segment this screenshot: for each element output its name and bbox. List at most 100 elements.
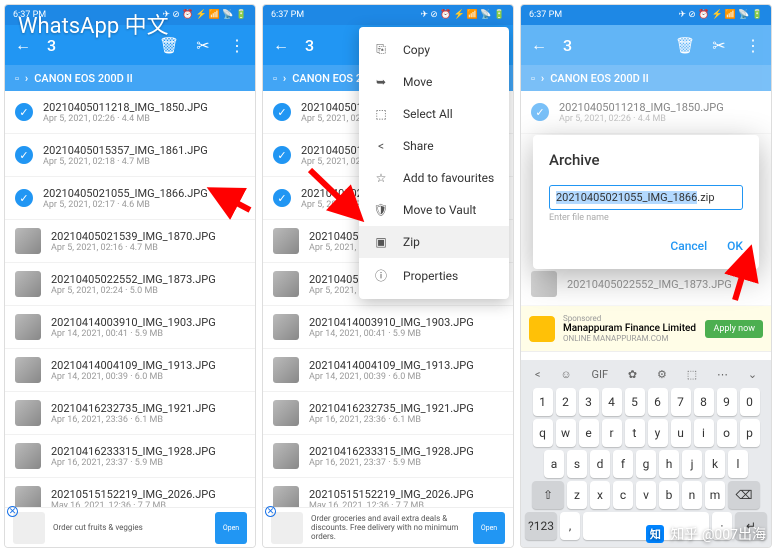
file-row[interactable]: ✓20210405011218_IMG_1850.JPGApr 5, 2021,… <box>5 91 255 134</box>
kb-toolbar-icon[interactable]: ⬚ <box>687 368 697 381</box>
sponsored-ad[interactable]: Sponsored Manappuram Finance Limited ONL… <box>521 306 771 352</box>
filename-selected: 20210405021055_IMG_1866 <box>556 191 697 204</box>
key[interactable]: o <box>717 419 737 447</box>
back-icon[interactable]: ← <box>529 35 549 55</box>
kb-toolbar-icon[interactable]: ✿ <box>628 368 637 381</box>
menu-item-move-to-vault[interactable]: 🛡Move to Vault <box>359 194 509 226</box>
key[interactable]: 5 <box>625 388 645 416</box>
key[interactable]: 0 <box>740 388 760 416</box>
key[interactable]: m <box>705 481 725 509</box>
file-row[interactable]: 20210416232735_IMG_1921.JPGApr 16, 2021,… <box>5 392 255 435</box>
back-icon[interactable]: ← <box>271 35 291 55</box>
key[interactable]: 8 <box>694 388 714 416</box>
ad-banner[interactable]: ✕ Order cut fruits & veggies Open <box>5 507 255 547</box>
sdcard-icon: ▫ <box>273 72 277 85</box>
file-row[interactable]: 20210416233315_IMG_1928.JPGApr 16, 2021,… <box>263 435 513 478</box>
key[interactable]: k <box>705 450 725 478</box>
key[interactable]: ⇧ <box>532 481 564 509</box>
ad-logo[interactable]: Open <box>215 512 247 544</box>
file-row[interactable]: 20210414003910_IMG_1903.JPGApr 14, 2021,… <box>5 306 255 349</box>
ad-apply-button[interactable]: Apply now <box>705 320 763 338</box>
key[interactable]: r <box>602 419 622 447</box>
cut-icon[interactable]: ✂ <box>193 35 213 55</box>
key[interactable]: x <box>590 481 610 509</box>
key[interactable]: v <box>636 481 656 509</box>
key[interactable]: h <box>659 450 679 478</box>
key[interactable]: e <box>579 419 599 447</box>
key[interactable]: 3 <box>579 388 599 416</box>
key[interactable]: p <box>740 419 760 447</box>
menu-item-select-all[interactable]: ⬚Select All <box>359 98 509 130</box>
key[interactable]: 6 <box>648 388 668 416</box>
menu-icon: ☆ <box>373 171 389 185</box>
more-icon[interactable]: ⋮ <box>227 35 247 55</box>
file-list[interactable]: ✓20210405011218_IMG_1850.JPGApr 5, 2021,… <box>5 91 255 548</box>
menu-item-add-to-favourites[interactable]: ☆Add to favourites <box>359 162 509 194</box>
file-row[interactable]: 20210416233315_IMG_1928.JPGApr 16, 2021,… <box>5 435 255 478</box>
menu-item-copy[interactable]: ⎘Copy <box>359 33 509 66</box>
file-row[interactable]: 20210414004109_IMG_1913.JPGApr 14, 2021,… <box>5 349 255 392</box>
menu-icon: ⎘ <box>373 42 389 57</box>
file-row[interactable]: 20210414004109_IMG_1913.JPGApr 14, 2021,… <box>263 349 513 392</box>
file-row[interactable]: 20210405021539_IMG_1870.JPGApr 5, 2021, … <box>5 220 255 263</box>
key[interactable]: a <box>544 450 564 478</box>
key[interactable]: w <box>556 419 576 447</box>
key[interactable]: 2 <box>556 388 576 416</box>
ad-logo[interactable]: Open <box>473 512 505 544</box>
file-thumb-icon <box>15 228 41 254</box>
cancel-button[interactable]: Cancel <box>670 239 707 253</box>
breadcrumb[interactable]: ▫ › CANON EOS 200D II <box>5 65 255 91</box>
key[interactable]: j <box>682 450 702 478</box>
soft-keyboard[interactable]: < ☺ GIF ✿ ⚙ ⬚ ⋯ ⌄ 1234567890 qwertyuiop asdfghj… <box>521 360 771 547</box>
file-row[interactable]: ✓20210405011218_IMG_1850.JPGApr 5, 2021,… <box>521 91 771 134</box>
ad-close-icon[interactable]: ✕ <box>265 506 276 517</box>
key[interactable]: , <box>560 512 580 540</box>
key[interactable]: z <box>567 481 587 509</box>
key[interactable]: ⌫ <box>728 481 760 509</box>
key[interactable]: l <box>728 450 748 478</box>
key[interactable]: q <box>533 419 553 447</box>
key[interactable]: 1 <box>533 388 553 416</box>
key[interactable]: t <box>625 419 645 447</box>
key[interactable]: n <box>682 481 702 509</box>
menu-item-move[interactable]: ➥Move <box>359 66 509 98</box>
key[interactable]: 7 <box>671 388 691 416</box>
delete-icon[interactable]: 🗑 <box>675 35 695 55</box>
key[interactable]: y <box>648 419 668 447</box>
file-row[interactable]: 20210414003910_IMG_1903.JPGApr 14, 2021,… <box>263 306 513 349</box>
key[interactable]: s <box>567 450 587 478</box>
ad-close-icon[interactable]: ✕ <box>7 506 18 517</box>
menu-item-share[interactable]: <Share <box>359 130 509 162</box>
key[interactable]: c <box>613 481 633 509</box>
key[interactable]: d <box>590 450 610 478</box>
ad-banner[interactable]: ✕ Order groceries and avail extra deals … <box>263 507 513 547</box>
cut-icon[interactable]: ✂ <box>709 35 729 55</box>
file-row[interactable]: 20210405022552_IMG_1873.JPGApr 5, 2021, … <box>5 263 255 306</box>
kb-toolbar-icon[interactable]: ⌄ <box>748 368 757 381</box>
kb-toolbar-icon[interactable]: ⋯ <box>717 368 728 381</box>
file-row[interactable]: ✓20210405015357_IMG_1861.JPGApr 5, 2021,… <box>5 134 255 177</box>
key[interactable]: 4 <box>602 388 622 416</box>
menu-item-zip[interactable]: ▣Zip <box>359 226 509 258</box>
key[interactable]: g <box>636 450 656 478</box>
key[interactable]: i <box>694 419 714 447</box>
filename-input[interactable]: 20210405021055_IMG_1866.zip <box>549 185 743 210</box>
kb-toolbar-icon[interactable]: ⚙ <box>657 368 667 381</box>
key[interactable]: f <box>613 450 633 478</box>
menu-item-properties[interactable]: ⓘProperties <box>359 258 509 293</box>
key[interactable]: 9 <box>717 388 737 416</box>
filename-ext: .zip <box>697 191 714 204</box>
check-icon: ✓ <box>15 189 33 207</box>
kb-toolbar-icon[interactable]: ☺ <box>560 368 571 381</box>
file-row[interactable]: ✓20210405021055_IMG_1866.JPGApr 5, 2021,… <box>5 177 255 220</box>
breadcrumb[interactable]: ▫ › CANON EOS 200D II <box>521 65 771 91</box>
kb-toolbar-icon[interactable]: < <box>535 368 541 381</box>
file-row[interactable]: 20210416232735_IMG_1921.JPGApr 16, 2021,… <box>263 392 513 435</box>
key[interactable]: b <box>659 481 679 509</box>
ad-icon <box>529 316 555 342</box>
ok-button[interactable]: OK <box>727 239 743 253</box>
kb-toolbar-icon[interactable]: GIF <box>591 368 608 381</box>
key[interactable]: u <box>671 419 691 447</box>
key[interactable]: ?123 <box>525 512 557 540</box>
more-icon[interactable]: ⋮ <box>743 35 763 55</box>
